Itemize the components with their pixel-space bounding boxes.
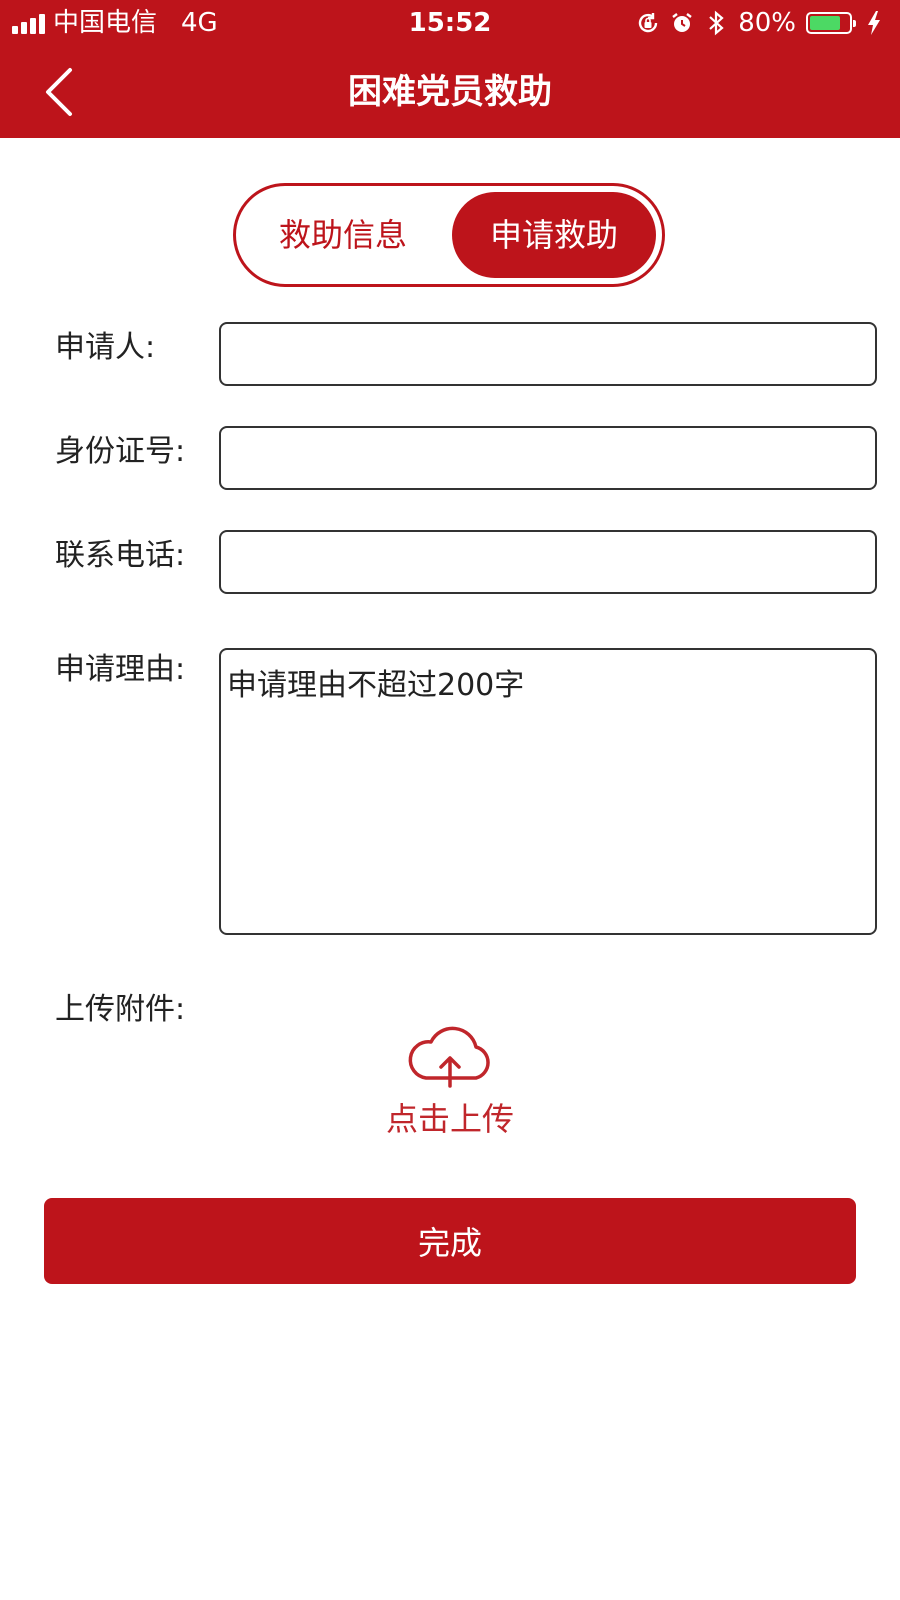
submit-button[interactable]: 完成 xyxy=(44,1198,856,1284)
reason-label: 申请理由: xyxy=(55,652,186,687)
segmented-control: 救助信息 申请救助 xyxy=(233,183,665,287)
status-bar: 中国电信 4G 15:52 80% xyxy=(0,0,900,46)
bluetooth-icon xyxy=(704,10,728,36)
upload-label: 点击上传 xyxy=(385,1100,514,1138)
phone-field[interactable] xyxy=(219,530,877,594)
nav-bar: 困难党员救助 xyxy=(0,46,900,138)
tab-assistance-info[interactable]: 救助信息 xyxy=(242,192,444,278)
cloud-upload-icon xyxy=(408,1026,490,1088)
id-number-field[interactable] xyxy=(219,426,877,490)
rotation-lock-icon xyxy=(636,11,660,35)
header: 中国电信 4G 15:52 80% 困难党员救助 xyxy=(0,0,900,138)
applicant-field[interactable] xyxy=(219,322,877,386)
page-title: 困难党员救助 xyxy=(348,72,552,112)
tab-apply-assistance[interactable]: 申请救助 xyxy=(452,192,656,278)
alarm-icon xyxy=(670,11,694,35)
battery-percent: 80% xyxy=(738,8,796,38)
status-right: 80% xyxy=(636,0,886,46)
id-number-label: 身份证号: xyxy=(55,434,186,469)
attachment-label: 上传附件: xyxy=(55,992,186,1027)
page: 中国电信 4G 15:52 80% 困难党员救助 救助信息 申请救助 申请人: … xyxy=(0,0,900,1600)
applicant-label: 申请人: xyxy=(55,330,156,365)
battery-fill xyxy=(810,16,841,30)
upload-button[interactable]: 点击上传 xyxy=(370,1020,530,1145)
charging-icon xyxy=(862,11,886,35)
battery-icon xyxy=(806,12,856,34)
reason-textarea[interactable] xyxy=(219,648,877,935)
phone-label: 联系电话: xyxy=(55,538,186,573)
